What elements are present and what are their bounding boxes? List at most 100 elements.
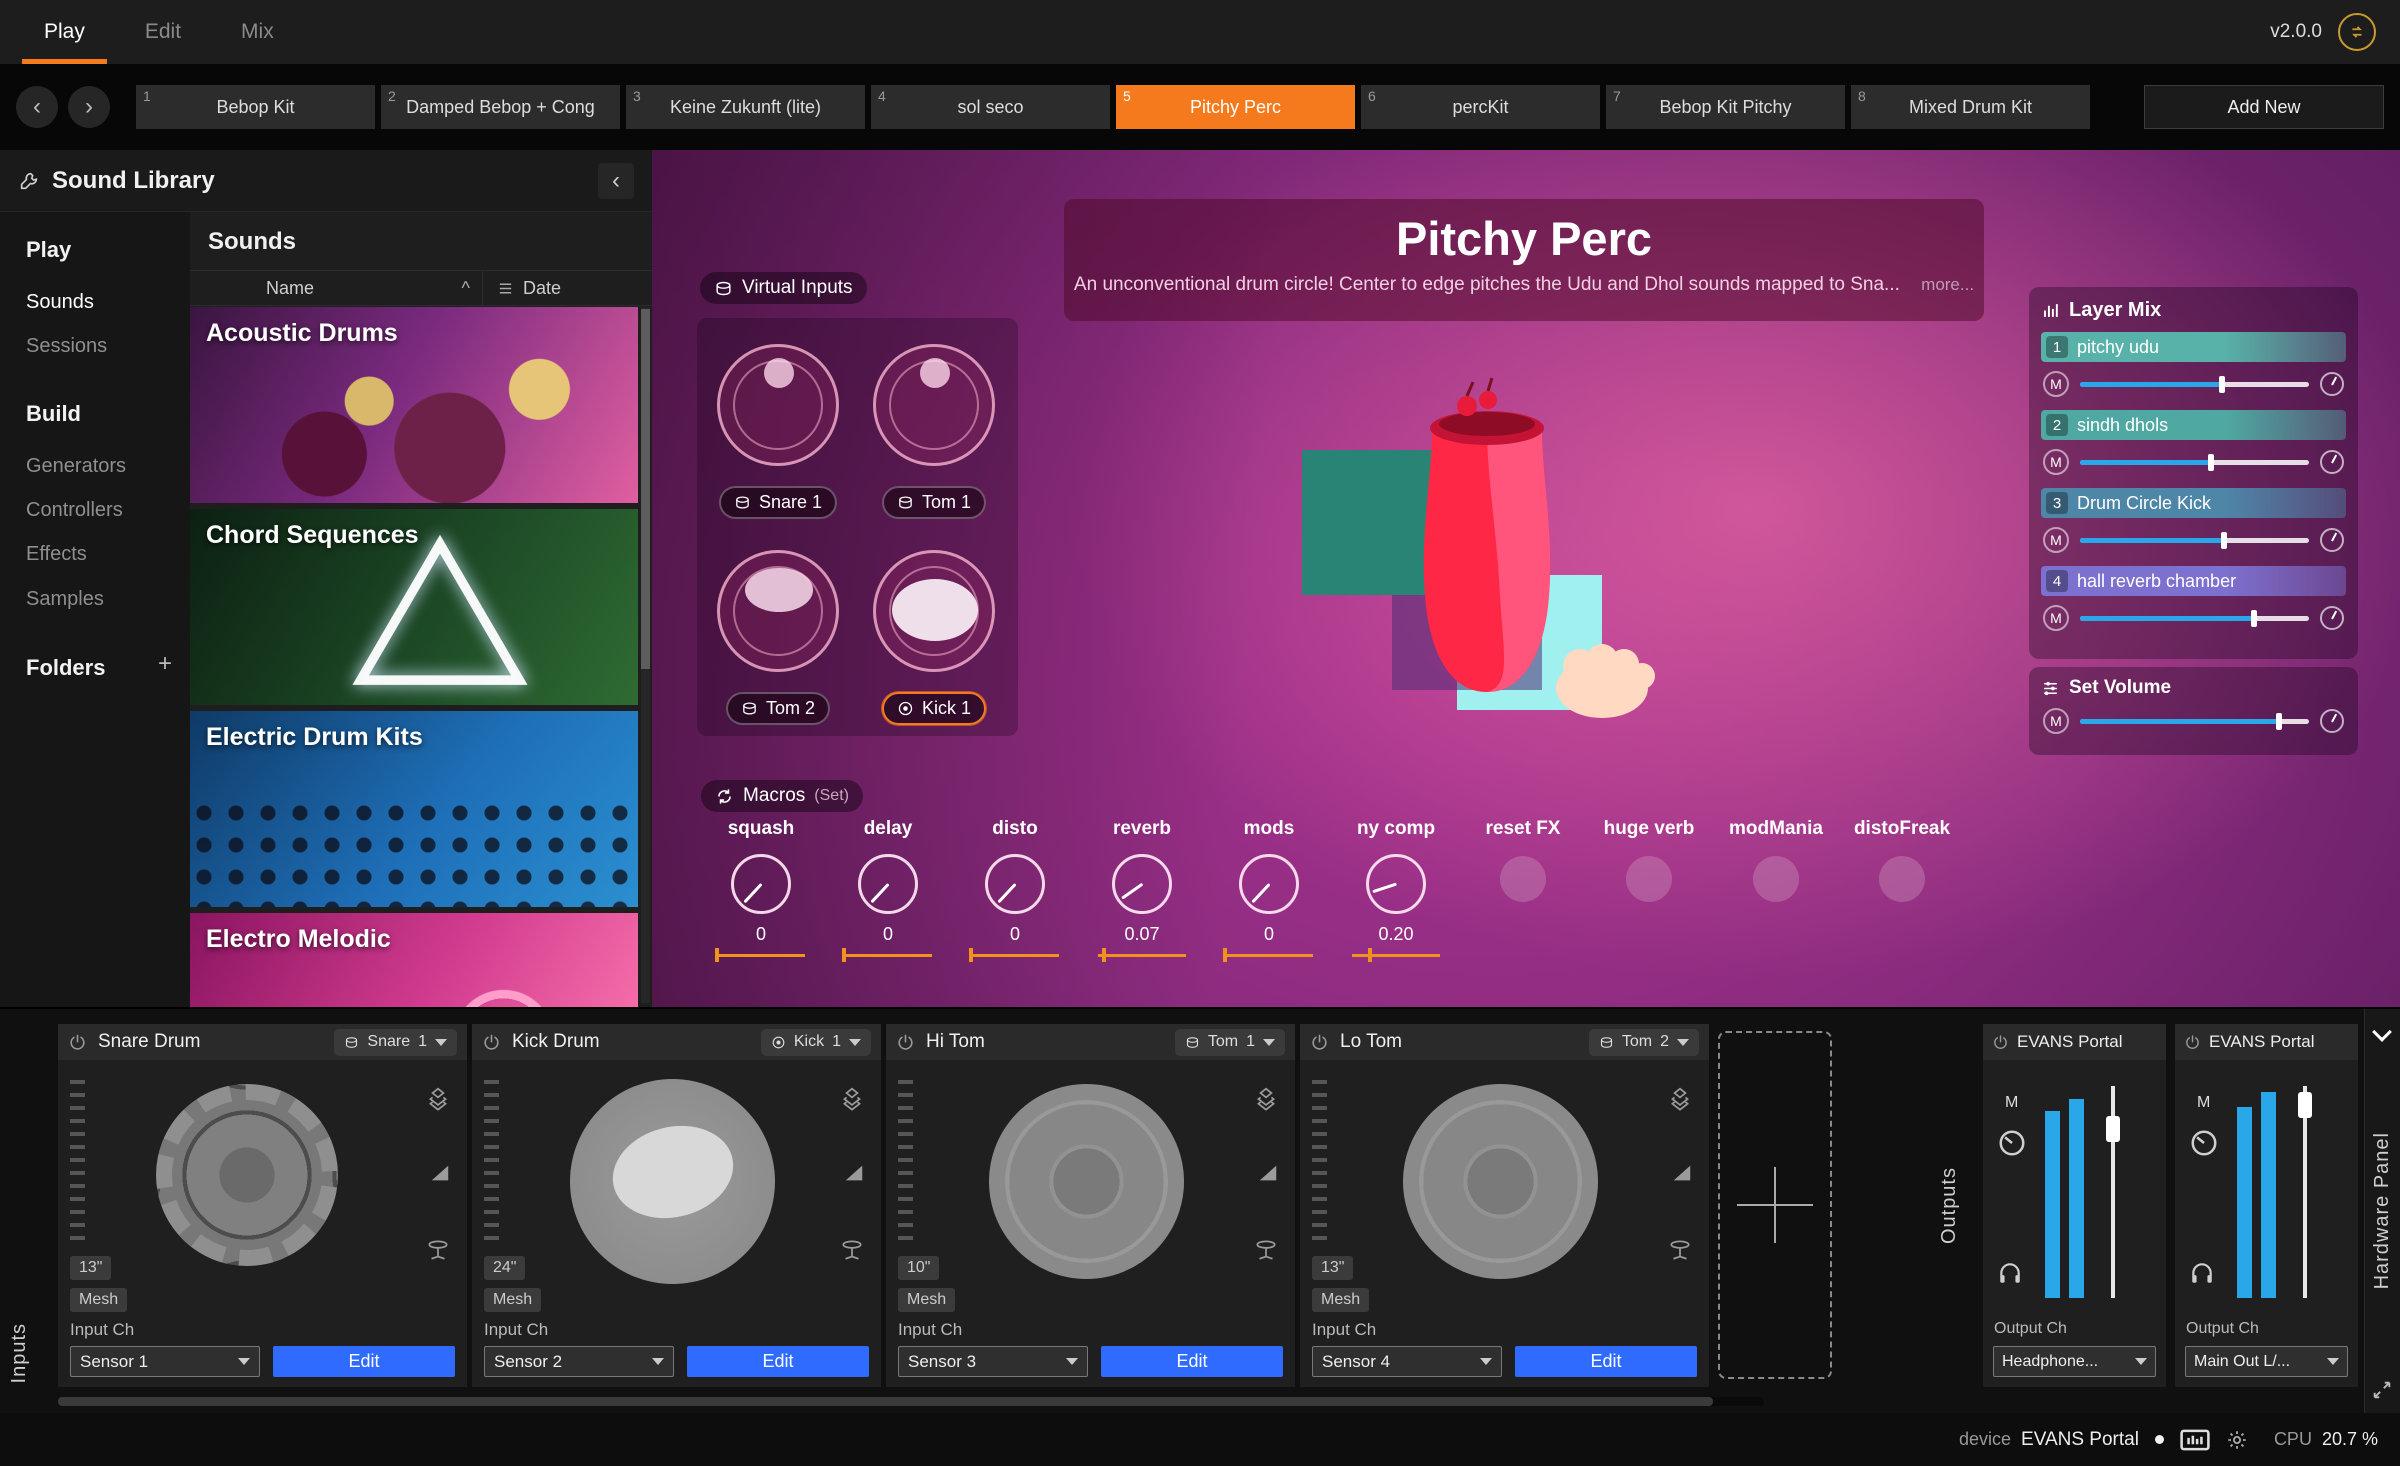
assign-dropdown[interactable]: Tom 1 bbox=[1175, 1029, 1285, 1056]
expand-icon[interactable] bbox=[2371, 1379, 2393, 1401]
macro-knob[interactable] bbox=[985, 854, 1045, 914]
list-item-electric-drum-kits[interactable]: Electric Drum Kits bbox=[190, 711, 638, 907]
toggle-button[interactable] bbox=[1500, 856, 1546, 902]
tab-play[interactable]: Play bbox=[14, 0, 115, 64]
add-new-preset-button[interactable]: Add New bbox=[2144, 85, 2384, 129]
sidebar-item-sounds[interactable]: Sounds bbox=[26, 291, 94, 314]
fader-handle[interactable] bbox=[2298, 1092, 2312, 1118]
tab-edit[interactable]: Edit bbox=[115, 0, 211, 64]
edit-button[interactable]: Edit bbox=[1515, 1346, 1697, 1377]
sensitivity-wedge-icon[interactable] bbox=[1671, 1162, 1693, 1184]
assign-dropdown[interactable]: Snare 1 bbox=[334, 1029, 457, 1056]
trigger-icon[interactable] bbox=[425, 1236, 451, 1262]
sync-button[interactable] bbox=[2338, 13, 2376, 51]
layers-icon[interactable] bbox=[839, 1086, 865, 1112]
fader-handle[interactable] bbox=[2106, 1116, 2120, 1142]
tom-pad-image[interactable] bbox=[1403, 1084, 1598, 1279]
macro-slider-tick[interactable] bbox=[1102, 948, 1106, 962]
macro-slider[interactable] bbox=[844, 954, 932, 957]
toggle-button[interactable] bbox=[1626, 856, 1672, 902]
macro-knob[interactable] bbox=[1239, 854, 1299, 914]
sort-by-date[interactable]: Date bbox=[482, 271, 561, 305]
macro-knob[interactable] bbox=[1112, 854, 1172, 914]
slider-handle[interactable] bbox=[2208, 454, 2214, 471]
sounds-scrollbar[interactable] bbox=[641, 307, 650, 1003]
preset-next-button[interactable]: › bbox=[68, 86, 110, 128]
macro-slider[interactable] bbox=[717, 954, 805, 957]
mute-button[interactable]: M bbox=[2043, 708, 2069, 734]
virtual-pad-tom-2[interactable] bbox=[717, 550, 839, 672]
macro-knob[interactable] bbox=[1366, 854, 1426, 914]
library-collapse-button[interactable]: ‹ bbox=[598, 163, 634, 199]
output-channel-select[interactable]: Main Out L/... bbox=[2185, 1346, 2348, 1377]
output-fader[interactable] bbox=[2111, 1086, 2115, 1298]
slider-handle[interactable] bbox=[2251, 610, 2257, 627]
layer-volume-slider[interactable] bbox=[2080, 382, 2309, 387]
mute-button[interactable]: M bbox=[2043, 371, 2069, 397]
trigger-icon[interactable] bbox=[1667, 1236, 1693, 1262]
macro-slider-tick[interactable] bbox=[842, 948, 846, 962]
gain-knob[interactable] bbox=[2189, 1128, 2219, 1158]
preset-slot-8[interactable]: 8Mixed Drum Kit bbox=[1851, 85, 2090, 129]
gain-knob[interactable] bbox=[1997, 1128, 2027, 1158]
tom-pad-image[interactable] bbox=[989, 1084, 1184, 1279]
mute-button[interactable]: M bbox=[2005, 1094, 2018, 1112]
pan-knob[interactable] bbox=[2320, 709, 2344, 733]
layer-name-bar[interactable]: 4 hall reverb chamber bbox=[2041, 566, 2346, 596]
slider-handle[interactable] bbox=[2219, 376, 2225, 393]
layer-volume-slider[interactable] bbox=[2080, 460, 2309, 465]
layer-name-bar[interactable]: 3 Drum Circle Kick bbox=[2041, 488, 2346, 518]
tab-mix[interactable]: Mix bbox=[211, 0, 304, 64]
power-icon[interactable] bbox=[68, 1033, 87, 1052]
mute-button[interactable]: M bbox=[2197, 1094, 2210, 1112]
sensor-select[interactable]: Sensor 4 bbox=[1312, 1346, 1502, 1377]
macro-slider-tick[interactable] bbox=[1368, 948, 1372, 962]
layers-icon[interactable] bbox=[1253, 1086, 1279, 1112]
layer-volume-slider[interactable] bbox=[2080, 616, 2309, 621]
horizontal-scrollbar-thumb[interactable] bbox=[58, 1397, 1713, 1406]
output-channel-select[interactable]: Headphone... bbox=[1993, 1346, 2156, 1377]
sensor-select[interactable]: Sensor 3 bbox=[898, 1346, 1088, 1377]
edit-button[interactable]: Edit bbox=[273, 1346, 455, 1377]
list-item-chord-sequences[interactable]: Chord Sequences bbox=[190, 509, 638, 705]
add-input-slot[interactable] bbox=[1718, 1031, 1832, 1379]
slider-handle[interactable] bbox=[2221, 532, 2227, 549]
pan-knob[interactable] bbox=[2320, 372, 2344, 396]
mute-button[interactable]: M bbox=[2043, 527, 2069, 553]
sidebar-item-samples[interactable]: Samples bbox=[26, 588, 104, 611]
macro-slider-tick[interactable] bbox=[1223, 948, 1227, 962]
preset-slot-6[interactable]: 6percKit bbox=[1361, 85, 1600, 129]
pan-knob[interactable] bbox=[2320, 606, 2344, 630]
macro-knob[interactable] bbox=[731, 854, 791, 914]
trigger-icon[interactable] bbox=[839, 1236, 865, 1262]
power-icon[interactable] bbox=[896, 1033, 915, 1052]
set-volume-slider[interactable] bbox=[2080, 719, 2309, 724]
sounds-scrollbar-thumb[interactable] bbox=[641, 309, 650, 669]
list-item-electro-melodic[interactable]: Electro Melodic bbox=[190, 913, 638, 1007]
sidebar-item-sessions[interactable]: Sessions bbox=[26, 335, 107, 358]
pad-label-kick-1-selected[interactable]: Kick 1 bbox=[882, 692, 986, 725]
edit-button[interactable]: Edit bbox=[1101, 1346, 1283, 1377]
kick-pad-image[interactable] bbox=[570, 1079, 775, 1284]
macro-slider[interactable] bbox=[1098, 954, 1186, 957]
layer-name-bar[interactable]: 2 sindh dhols bbox=[2041, 410, 2346, 440]
mute-button[interactable]: M bbox=[2043, 449, 2069, 475]
more-link[interactable]: more... bbox=[1921, 275, 1974, 294]
macro-slider[interactable] bbox=[1352, 954, 1440, 957]
toggle-button[interactable] bbox=[1753, 856, 1799, 902]
layer-volume-slider[interactable] bbox=[2080, 538, 2309, 543]
mute-button[interactable]: M bbox=[2043, 605, 2069, 631]
toggle-button[interactable] bbox=[1879, 856, 1925, 902]
sidebar-item-controllers[interactable]: Controllers bbox=[26, 499, 123, 522]
headphones-icon[interactable] bbox=[2189, 1260, 2215, 1286]
sensitivity-wedge-icon[interactable] bbox=[429, 1162, 451, 1184]
power-icon[interactable] bbox=[482, 1033, 501, 1052]
sidebar-item-generators[interactable]: Generators bbox=[26, 455, 126, 478]
macro-slider[interactable] bbox=[1225, 954, 1313, 957]
layers-icon[interactable] bbox=[425, 1086, 451, 1112]
preset-slot-5-active[interactable]: 5Pitchy Perc bbox=[1116, 85, 1355, 129]
sensor-select[interactable]: Sensor 1 bbox=[70, 1346, 260, 1377]
sensitivity-wedge-icon[interactable] bbox=[843, 1162, 865, 1184]
macro-slider-tick[interactable] bbox=[969, 948, 973, 962]
edit-button[interactable]: Edit bbox=[687, 1346, 869, 1377]
